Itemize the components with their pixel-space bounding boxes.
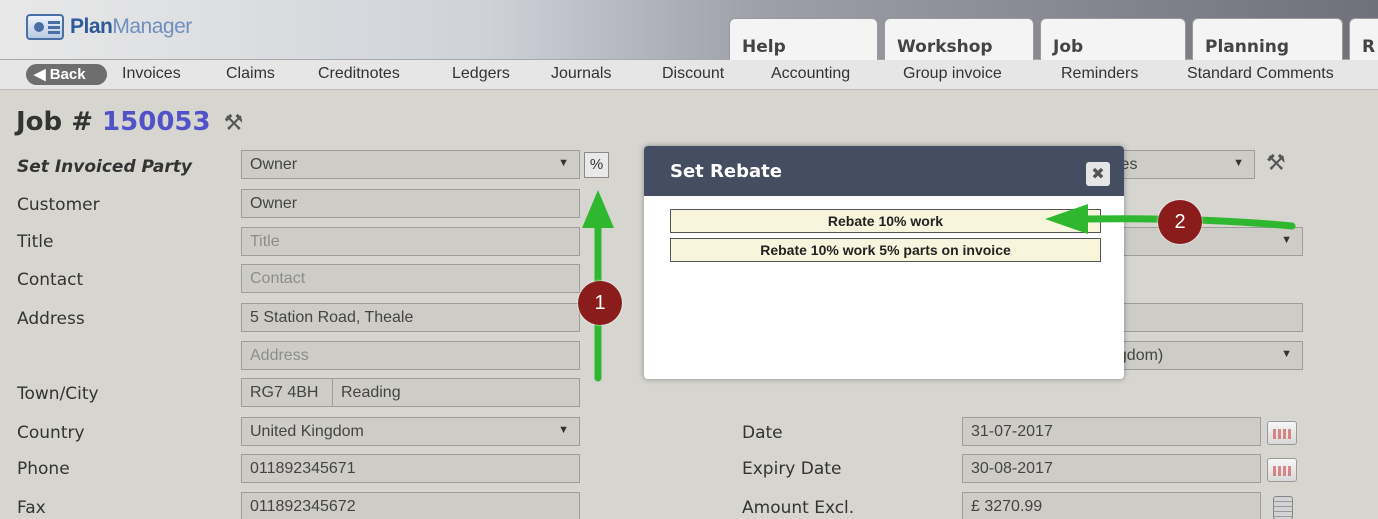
tab-planning[interactable]: Planning [1192, 18, 1343, 60]
town-label: Town/City [17, 384, 99, 404]
planmanager-logo-icon [26, 14, 64, 40]
nav-claims[interactable]: Claims [226, 65, 275, 83]
set-rebate-button[interactable]: % [584, 152, 609, 178]
nav-ledgers[interactable]: Ledgers [452, 65, 510, 83]
contact-label: Contact [17, 270, 84, 290]
tools-icon[interactable]: ⚒ [224, 111, 244, 136]
nav-invoices[interactable]: Invoices [122, 65, 181, 83]
logo-text-plan: Plan [70, 15, 113, 38]
back-button[interactable]: ◀ Back [26, 64, 107, 85]
rebate-option-work-parts[interactable]: Rebate 10% work 5% parts on invoice [670, 238, 1101, 262]
set-invoiced-party-label: Set Invoiced Party [17, 157, 192, 177]
tab-reports-truncated[interactable]: R [1349, 18, 1378, 60]
logo-text-manager: Manager [112, 15, 192, 38]
dialog-header: Set Rebate ✖ [644, 146, 1124, 196]
address-label: Address [17, 309, 85, 329]
right-select-4[interactable]: ngdom) ▼ [1100, 341, 1303, 370]
chevron-down-icon: ▼ [1233, 157, 1244, 169]
dialog-title: Set Rebate [670, 161, 782, 182]
nav-group-invoice[interactable]: Group invoice [903, 65, 1002, 83]
chevron-down-icon: ▼ [1281, 348, 1292, 360]
nav-standard-comments[interactable]: Standard Comments [1187, 65, 1334, 83]
calendar-icon[interactable] [1267, 421, 1297, 445]
customer-field[interactable]: Owner [241, 189, 580, 218]
set-rebate-dialog: Set Rebate ✖ Rebate 10% work Rebate 10% … [644, 146, 1124, 379]
nav-accounting[interactable]: Accounting [771, 65, 850, 83]
job-label: Job # [16, 107, 93, 137]
tools-icon[interactable]: ⚒ [1266, 150, 1286, 176]
chevron-down-icon: ▼ [558, 424, 569, 436]
invoiced-party-value: Owner [250, 156, 298, 173]
expiry-date-label: Expiry Date [742, 459, 842, 479]
country-label: Country [17, 423, 85, 443]
chevron-down-icon: ▼ [558, 157, 569, 169]
right-select-2[interactable]: ▼ [1100, 227, 1303, 256]
calculator-icon[interactable] [1273, 496, 1293, 519]
amount-excl-label: Amount Excl. [742, 498, 855, 518]
sub-navigation: ◀ Back Invoices Claims Creditnotes Ledge… [0, 60, 1378, 90]
phone-label: Phone [17, 459, 70, 479]
job-number: 150053 [102, 107, 211, 137]
fax-field[interactable]: 011892345672 [241, 492, 580, 519]
phone-field[interactable]: 011892345671 [241, 454, 580, 483]
date-label: Date [742, 423, 783, 443]
planmanager-logo[interactable]: PlanManager [26, 12, 192, 42]
fax-label: Fax [17, 498, 46, 518]
amount-excl-field[interactable]: £ 3270.99 [962, 492, 1261, 519]
nav-journals[interactable]: Journals [551, 65, 611, 83]
postcode-field[interactable]: RG7 4BH [241, 378, 333, 407]
close-icon[interactable]: ✖ [1086, 162, 1110, 186]
nav-creditnotes[interactable]: Creditnotes [318, 65, 400, 83]
top-bar: PlanManager Help Workshop Job Planning R [0, 0, 1378, 60]
main-tabs: Help Workshop Job Planning R [729, 18, 1378, 60]
nav-reminders[interactable]: Reminders [1061, 65, 1138, 83]
contact-field[interactable]: Contact [241, 264, 580, 293]
expiry-date-field[interactable]: 30-08-2017 [962, 454, 1261, 483]
chevron-down-icon: ▼ [1281, 234, 1292, 246]
address-field[interactable]: 5 Station Road, Theale [241, 303, 580, 332]
tab-workshop[interactable]: Workshop [884, 18, 1034, 60]
tab-job[interactable]: Job [1040, 18, 1186, 60]
page-title: Job # 150053 ⚒ [16, 107, 243, 137]
right-field-3[interactable] [1100, 303, 1303, 332]
country-value: United Kingdom [250, 423, 364, 440]
step-badge-1: 1 [578, 281, 622, 325]
address-line2-field[interactable]: Address [241, 341, 580, 370]
country-select[interactable]: United Kingdom ▼ [241, 417, 580, 446]
rebate-option-work[interactable]: Rebate 10% work [670, 209, 1101, 233]
tab-help[interactable]: Help [729, 18, 878, 60]
nav-discount[interactable]: Discount [662, 65, 724, 83]
calendar-icon[interactable] [1267, 458, 1297, 482]
date-field[interactable]: 31-07-2017 [962, 417, 1261, 446]
invoiced-party-select[interactable]: Owner ▼ [241, 150, 580, 179]
title-label: Title [17, 232, 54, 252]
town-field[interactable]: Reading [332, 378, 580, 407]
customer-label: Customer [17, 195, 100, 215]
step-badge-2: 2 [1158, 200, 1202, 244]
title-field[interactable]: Title [241, 227, 580, 256]
